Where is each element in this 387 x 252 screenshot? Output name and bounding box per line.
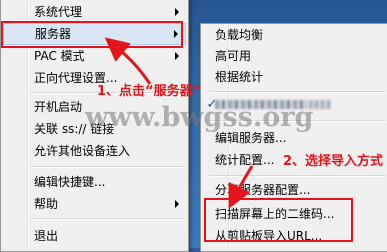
arrow-to-import [228, 165, 254, 209]
annotation-arrows [104, 37, 254, 209]
arrow-to-servers [104, 37, 152, 85]
annotation-step-2: 2、选择导入方式 [283, 154, 384, 169]
annotation-step-1: 1、点击“服务器” [97, 84, 202, 99]
